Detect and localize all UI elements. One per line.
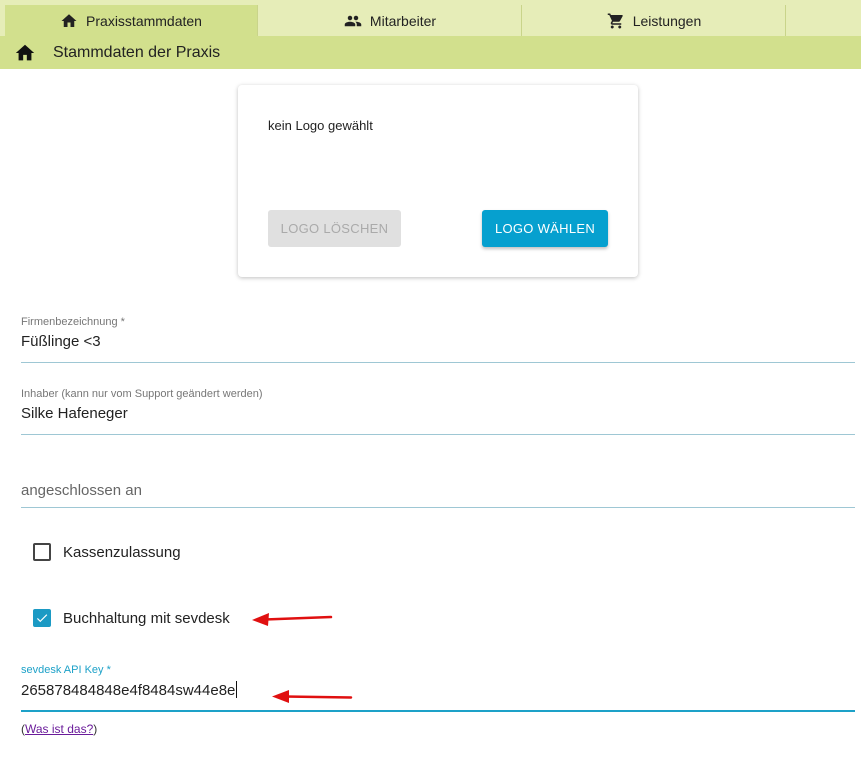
cart-icon bbox=[607, 13, 623, 28]
firmenbezeichnung-value[interactable]: Füßlinge <3 bbox=[21, 333, 855, 355]
tab-praxisstammdaten[interactable]: Praxisstammdaten bbox=[5, 5, 258, 36]
check-icon bbox=[36, 614, 48, 623]
inhaber-field: Inhaber (kann nur vom Support geändert w… bbox=[21, 388, 855, 435]
annotation-arrow-icon bbox=[252, 613, 333, 626]
page-header: Stammdaten der Praxis bbox=[0, 36, 861, 69]
firmenbezeichnung-field[interactable]: Firmenbezeichnung * Füßlinge <3 bbox=[21, 316, 855, 363]
help-suffix: ) bbox=[93, 722, 98, 736]
text-cursor bbox=[236, 681, 238, 698]
logo-delete-button[interactable]: LOGO LÖSCHEN bbox=[268, 210, 401, 247]
home-icon bbox=[61, 13, 77, 27]
sevdesk-api-key-field[interactable]: sevdesk API Key * 265878484848e4f8484sw4… bbox=[21, 664, 855, 712]
people-icon bbox=[344, 15, 362, 26]
logo-card: kein Logo gewählt LOGO LÖSCHEN LOGO WÄHL… bbox=[238, 85, 638, 277]
help-text: (Was ist das?) bbox=[21, 722, 97, 736]
logo-status: kein Logo gewählt bbox=[268, 118, 373, 133]
tab-empty bbox=[787, 5, 861, 36]
annotation-arrow-icon bbox=[272, 690, 353, 703]
tab-mitarbeiter[interactable]: Mitarbeiter bbox=[259, 5, 522, 36]
sevdesk-checkbox[interactable] bbox=[33, 609, 51, 627]
kassenzulassung-label: Kassenzulassung bbox=[63, 543, 181, 561]
tab-label: Leistungen bbox=[632, 12, 702, 29]
sevdesk-label: Buchhaltung mit sevdesk bbox=[63, 609, 230, 627]
kassenzulassung-checkbox-row[interactable]: Kassenzulassung bbox=[33, 543, 181, 561]
sevdesk-api-key-input[interactable]: 265878484848e4f8484sw44e8e bbox=[21, 681, 855, 703]
angeschlossen-field[interactable]: angeschlossen an bbox=[21, 482, 855, 508]
kassenzulassung-checkbox[interactable] bbox=[33, 543, 51, 561]
logo-choose-button[interactable]: LOGO WÄHLEN bbox=[482, 210, 608, 247]
sevdesk-checkbox-row[interactable]: Buchhaltung mit sevdesk bbox=[33, 609, 230, 627]
tab-label: Mitarbeiter bbox=[369, 12, 437, 29]
inhaber-label: Inhaber (kann nur vom Support geändert w… bbox=[21, 388, 263, 400]
sevdesk-api-key-value: 265878484848e4f8484sw44e8e bbox=[21, 682, 236, 699]
tab-bar: Praxisstammdaten Mitarbeiter Leistungen bbox=[0, 0, 861, 36]
help-link[interactable]: Was ist das? bbox=[25, 722, 93, 736]
inhaber-value: Silke Hafeneger bbox=[21, 405, 128, 422]
angeschlossen-placeholder: angeschlossen an bbox=[21, 482, 142, 499]
page-title: Stammdaten der Praxis bbox=[53, 43, 221, 61]
tab-label: Praxisstammdaten bbox=[86, 12, 202, 29]
firmenbezeichnung-label: Firmenbezeichnung * bbox=[21, 316, 125, 328]
tab-leistungen[interactable]: Leistungen bbox=[523, 5, 786, 36]
home-icon[interactable] bbox=[14, 42, 36, 64]
sevdesk-api-key-label: sevdesk API Key * bbox=[21, 664, 111, 676]
